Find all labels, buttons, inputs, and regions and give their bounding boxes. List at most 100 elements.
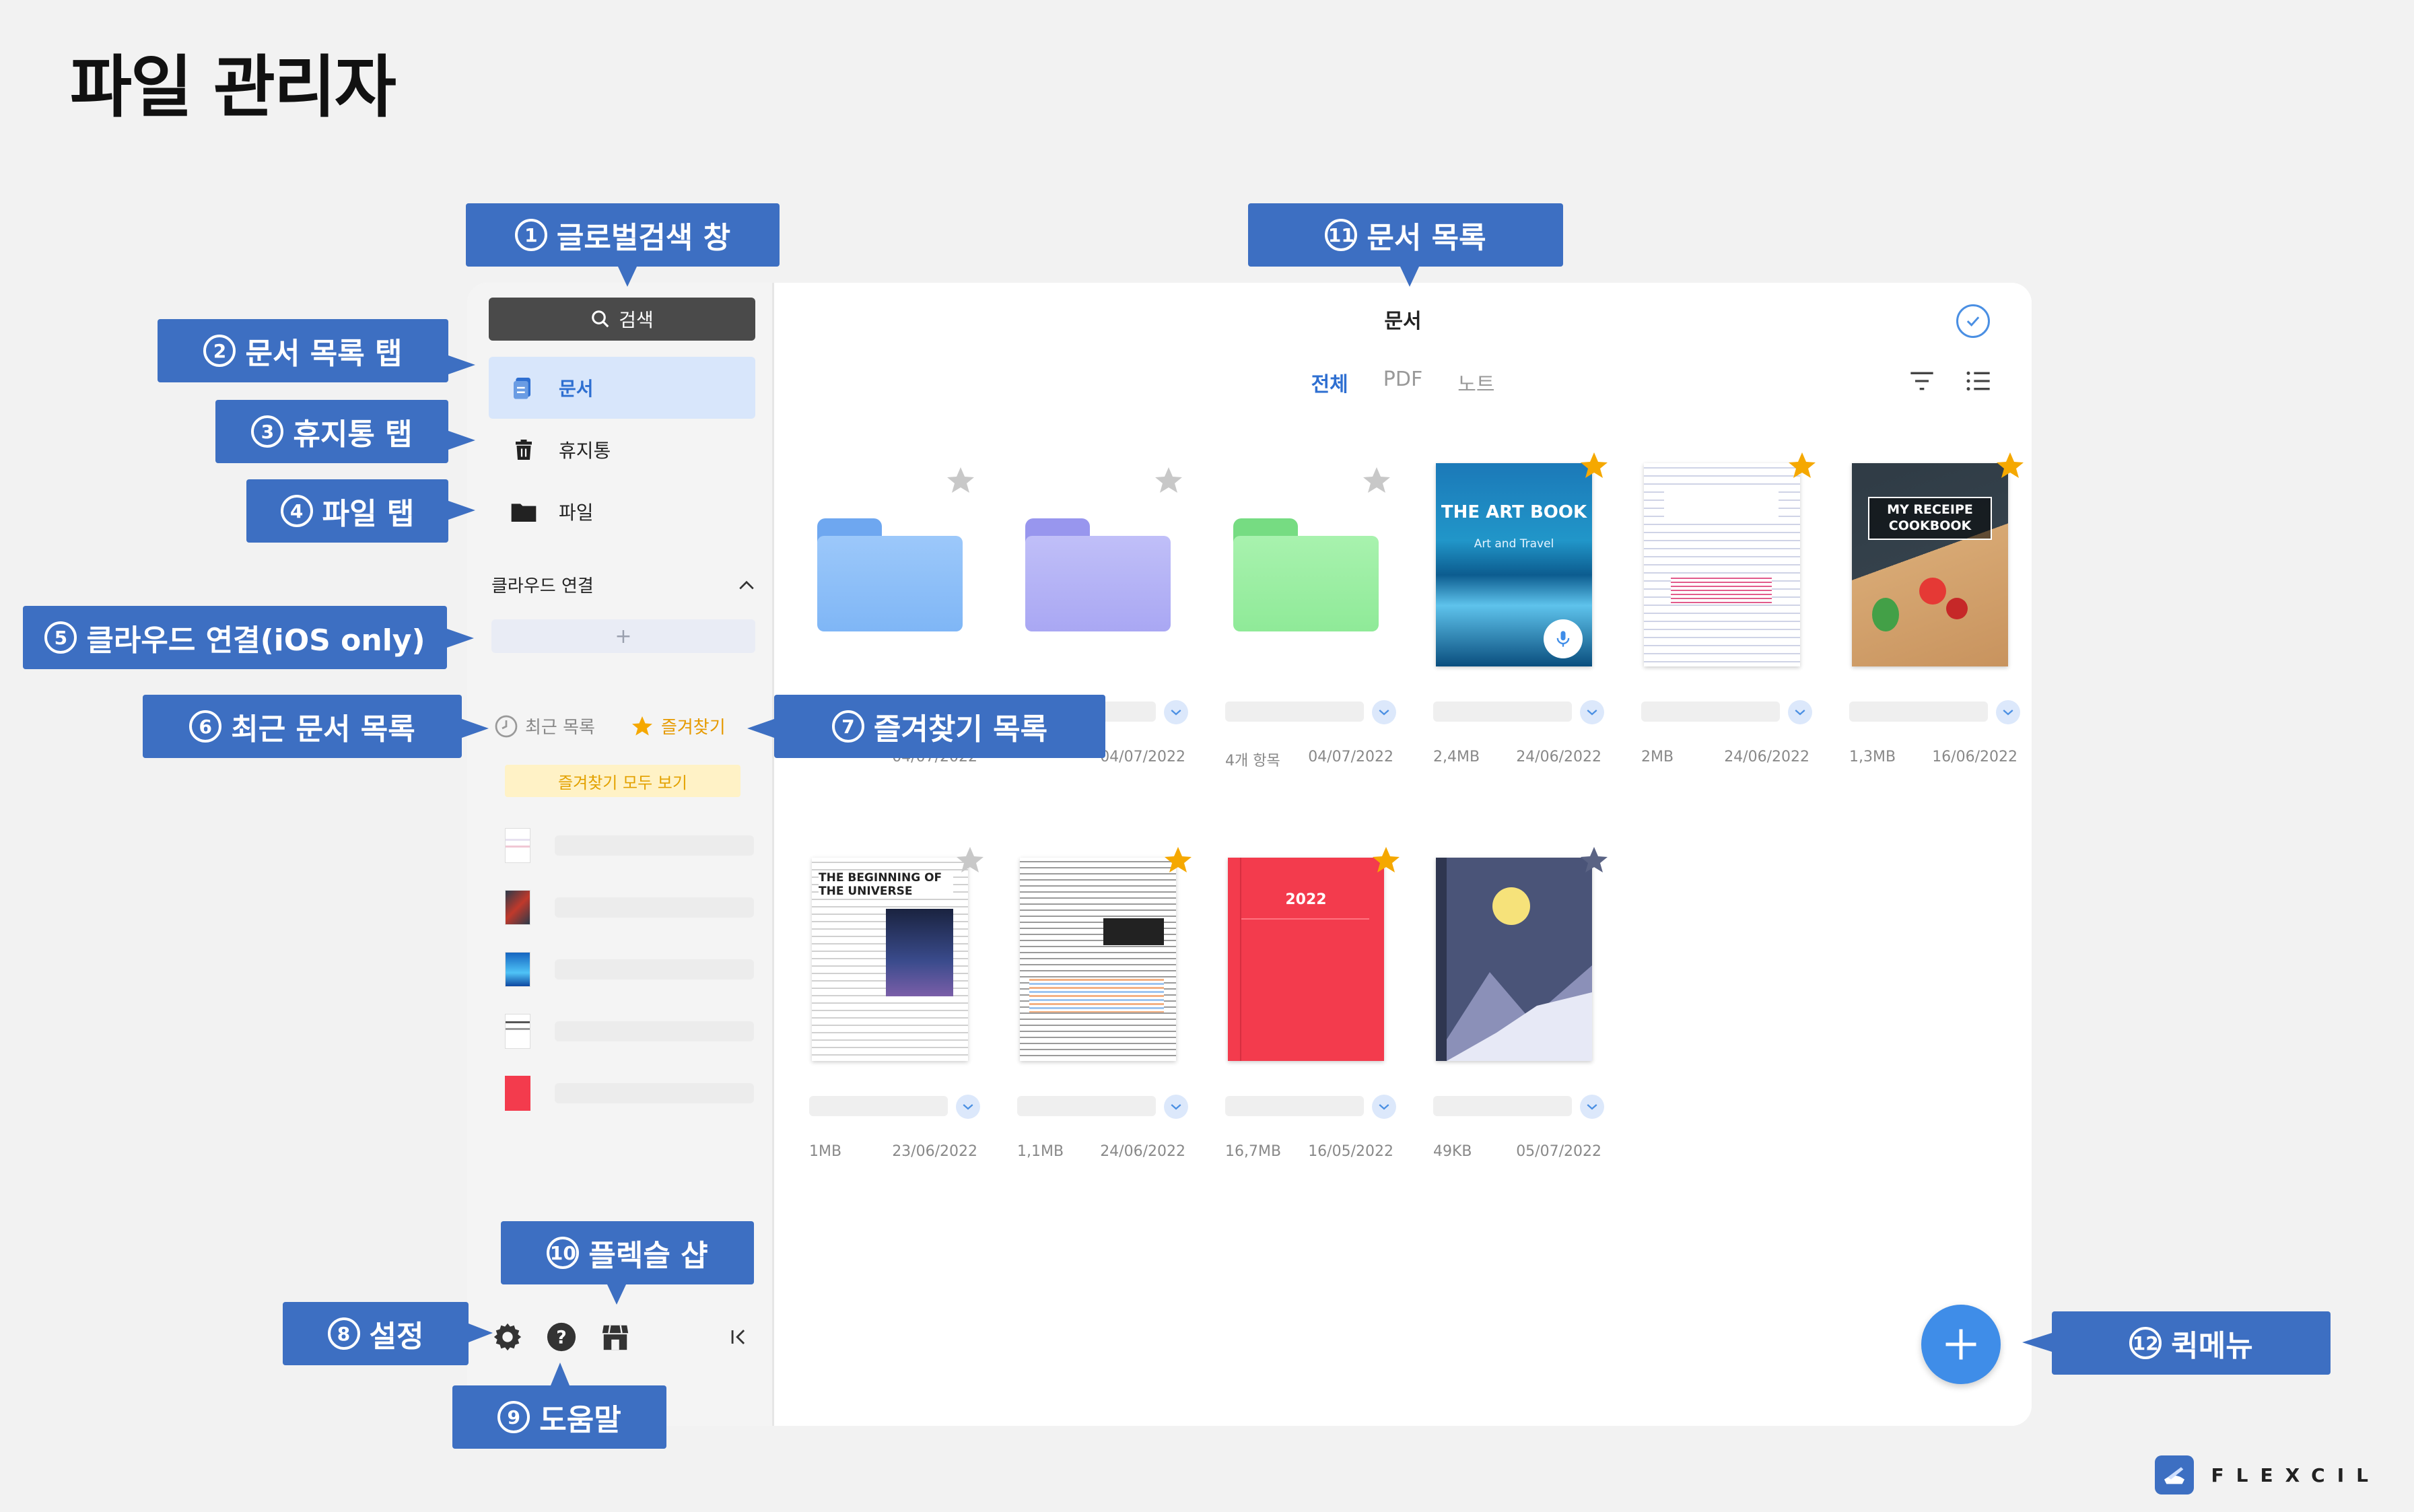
item-meta: 16,7MB 16/05/2022 [1225,1143,1393,1160]
callout-arrow [551,1363,570,1385]
document-name-placeholder [555,1021,754,1041]
document-thumbnail [505,890,530,925]
star-outline-icon[interactable] [1360,465,1393,497]
folder-item[interactable]: 4개 항목 04/07/2022 [1212,451,1420,769]
tab-pdf[interactable]: PDF [1383,368,1422,397]
svg-text:?: ? [556,1328,567,1348]
callout-trash-tab: 3 휴지통 탭 [215,400,448,463]
star-outline-icon[interactable] [1578,844,1610,877]
document-thumbnail [1644,463,1800,666]
star-filled-icon[interactable] [1994,450,2026,482]
document-thumbnail [505,1076,530,1111]
star-outline-icon[interactable] [954,844,986,877]
plus-icon [1945,1329,1976,1360]
settings-gear-icon[interactable] [489,1318,526,1356]
sidebar-item-label: 휴지통 [559,440,611,462]
item-meta: 49KB 05/07/2022 [1433,1143,1601,1160]
list-view-icon[interactable] [1963,368,1994,394]
shop-icon[interactable] [596,1318,634,1356]
callout-arrow [618,267,637,287]
voice-memo-badge[interactable] [1544,619,1583,658]
document-thumbnail: THE ART BOOK Art and Travel [1436,463,1592,666]
folder-icon [1233,518,1379,631]
tab-note[interactable]: 노트 [1457,368,1494,397]
callout-favorites: 7 즐겨찾기 목록 [774,695,1105,758]
chevron-down-icon[interactable] [1372,700,1396,724]
callout-document-list: 11 문서 목록 [1248,203,1563,267]
star-outline-icon[interactable] [1152,465,1185,497]
document-item[interactable]: THE ART BOOK Art and Travel 2,4MB 24/06/2… [1420,450,1628,765]
folder-icon [510,498,537,525]
callout-arrow [447,629,474,648]
view-all-favorites-button[interactable]: 즐겨찾기 모두 보기 [505,765,740,797]
star-outline-icon[interactable] [944,465,977,497]
sort-filter-icon[interactable] [1906,368,1937,394]
item-name-placeholder [1225,1096,1364,1116]
sidebar-item-trash[interactable]: 휴지통 [489,419,755,481]
cover-title: THE BEGINNING OF THE UNIVERSE [819,871,953,899]
chevron-down-icon[interactable] [1164,1095,1188,1119]
chevron-down-icon[interactable] [1164,700,1188,724]
callout-settings: 8 설정 [283,1302,469,1365]
callout-arrow [448,355,475,374]
callout-cloud: 5 클라우드 연결(iOS only) [23,606,447,669]
chevron-down-icon[interactable] [1788,700,1812,724]
list-item[interactable] [505,815,755,877]
select-mode-button[interactable] [1956,304,1990,338]
chevron-down-icon[interactable] [1580,700,1604,724]
item-name-placeholder [1433,701,1572,722]
sidebar-bottom-toolbar: ? [489,1318,758,1356]
add-cloud-button[interactable]: + [491,619,755,653]
favorites-label: 즐겨찾기 [660,718,726,738]
document-name-placeholder [555,959,754,980]
sidebar-item-documents[interactable]: 문서 [489,357,755,419]
favorites-tab[interactable]: 즐겨찾기 [630,714,726,738]
brand-footer: FLEXCIL [2154,1455,2381,1494]
quick-menu-button[interactable] [1921,1305,2001,1384]
document-item[interactable]: 1,1MB 24/06/2022 [1004,844,1212,1160]
item-meta: 2,4MB 24/06/2022 [1433,749,1601,765]
callout-shop: 10 플렉슬 샵 [501,1221,754,1284]
star-filled-icon[interactable] [1370,844,1402,877]
callout-recent: 6 최근 문서 목록 [143,695,462,758]
document-thumbnail [505,828,530,863]
recent-favorites-toggle: 최근 목록 즐겨찾기 [494,714,763,738]
document-thumbnail [505,1014,530,1049]
list-item[interactable] [505,1000,755,1062]
document-item[interactable]: MY RECEIPE COOKBOOK 1,3MB 16/06/2022 [1836,450,2032,765]
help-icon[interactable]: ? [543,1318,580,1356]
callout-help: 9 도움말 [452,1385,666,1449]
list-item[interactable] [505,1062,755,1124]
document-grid: 04/07/2022 04/07/2022 4개 항목04/07/2022 [796,450,2024,1160]
document-name-placeholder [555,897,754,918]
recent-tab[interactable]: 최근 목록 [494,714,595,738]
list-item[interactable] [505,938,755,1000]
document-item[interactable]: 2MB 24/06/2022 [1628,450,1836,765]
document-item[interactable]: 49KB 05/07/2022 [1420,844,1628,1160]
chevron-down-icon[interactable] [1996,700,2020,724]
folder-icon [1025,518,1171,631]
callout-arrow [1400,267,1419,287]
document-name-placeholder [555,1083,754,1103]
document-filter-tabs: 전체 PDF 노트 [774,368,2032,397]
star-filled-icon[interactable] [1786,450,1818,482]
document-item[interactable]: THE BEGINNING OF THE UNIVERSE 1MB 23/06/2… [796,844,1004,1160]
list-item[interactable] [505,877,755,938]
document-item[interactable]: 2022 16,7MB 16/05/2022 [1212,844,1420,1160]
star-filled-icon[interactable] [1162,844,1194,877]
chevron-down-icon[interactable] [1372,1095,1396,1119]
document-thumbnail [1436,858,1592,1061]
cover-title: THE ART BOOK [1441,502,1587,522]
cloud-section-header[interactable]: 클라우드 연결 [491,572,755,597]
sidebar-item-files[interactable]: 파일 [489,481,755,543]
callout-arrow [607,1284,626,1305]
chevron-up-icon[interactable] [738,579,755,591]
global-search-bar[interactable]: 검색 [489,298,755,341]
document-thumbnail: THE BEGINNING OF THE UNIVERSE [812,858,968,1061]
collapse-sidebar-icon[interactable] [720,1318,758,1356]
tab-all[interactable]: 전체 [1311,368,1348,397]
chevron-down-icon[interactable] [1580,1095,1604,1119]
star-filled-icon[interactable] [1578,450,1610,482]
callout-document-tab: 2 문서 목록 탭 [158,319,448,382]
chevron-down-icon[interactable] [956,1095,980,1119]
